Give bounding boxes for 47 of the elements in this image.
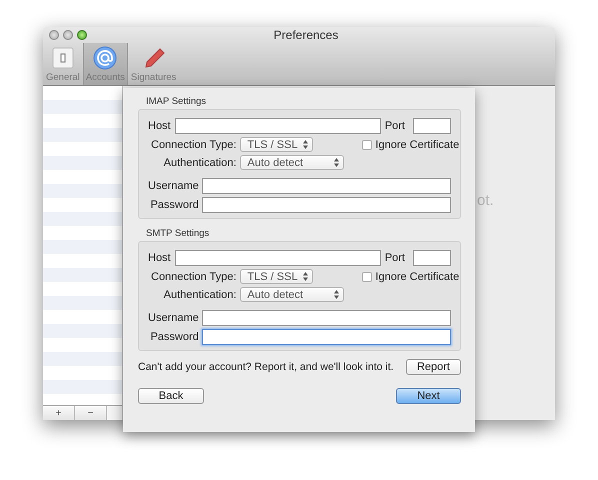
- connection-type-label: Connection Type:: [151, 138, 236, 150]
- authentication-label: Authentication:: [164, 288, 236, 300]
- zoom-button[interactable]: [77, 30, 87, 40]
- username-label: Username: [148, 180, 199, 192]
- port-label: Port: [384, 120, 405, 132]
- switch-icon: [50, 46, 75, 70]
- window-title: Preferences: [272, 28, 340, 42]
- username-label: Username: [148, 312, 199, 324]
- port-label: Port: [384, 252, 405, 264]
- back-button[interactable]: Back: [138, 388, 204, 404]
- password-field[interactable]: [202, 197, 451, 213]
- at-sign-icon: [93, 46, 118, 70]
- stepper-icon: [303, 272, 308, 281]
- ignore-certificate-checkbox[interactable]: [362, 272, 372, 282]
- host-field[interactable]: [174, 118, 381, 134]
- username-field[interactable]: [202, 310, 451, 326]
- authentication-popup[interactable]: Auto detect: [240, 287, 344, 302]
- close-button[interactable]: [49, 30, 59, 40]
- host-field[interactable]: [174, 250, 381, 266]
- connection-type-label: Connection Type:: [151, 270, 236, 282]
- password-field[interactable]: [202, 329, 451, 345]
- authentication-popup[interactable]: Auto detect: [240, 155, 344, 170]
- section-title: SMTP Settings: [146, 228, 210, 239]
- connection-type-popup[interactable]: TLS / SSL: [240, 137, 314, 152]
- remove-button[interactable]: −: [75, 406, 107, 420]
- minimize-button[interactable]: [63, 30, 73, 40]
- connection-type-popup[interactable]: TLS / SSL: [240, 269, 314, 284]
- host-label: Host: [148, 252, 171, 264]
- stepper-icon: [303, 140, 308, 149]
- stepper-icon: [334, 158, 340, 167]
- ignore-certificate-label: Ignore Certificate: [375, 138, 460, 150]
- username-field[interactable]: [202, 178, 451, 194]
- ignore-certificate-label: Ignore Certificate: [375, 270, 460, 282]
- section-title: IMAP Settings: [146, 96, 208, 107]
- next-button[interactable]: Next: [396, 388, 461, 404]
- report-button[interactable]: Report: [406, 359, 461, 375]
- ignore-certificate-checkbox[interactable]: [362, 140, 372, 150]
- password-label: Password: [150, 199, 199, 211]
- port-field[interactable]: [413, 118, 451, 134]
- report-text: Can't add your account? Report it, and we'll look into it.: [138, 361, 394, 373]
- authentication-label: Authentication:: [164, 156, 236, 168]
- stepper-icon: [334, 290, 340, 299]
- account-list[interactable]: [43, 86, 122, 405]
- add-button[interactable]: +: [43, 406, 75, 420]
- password-label: Password: [150, 331, 199, 343]
- port-field[interactable]: [413, 250, 451, 266]
- host-label: Host: [148, 120, 171, 132]
